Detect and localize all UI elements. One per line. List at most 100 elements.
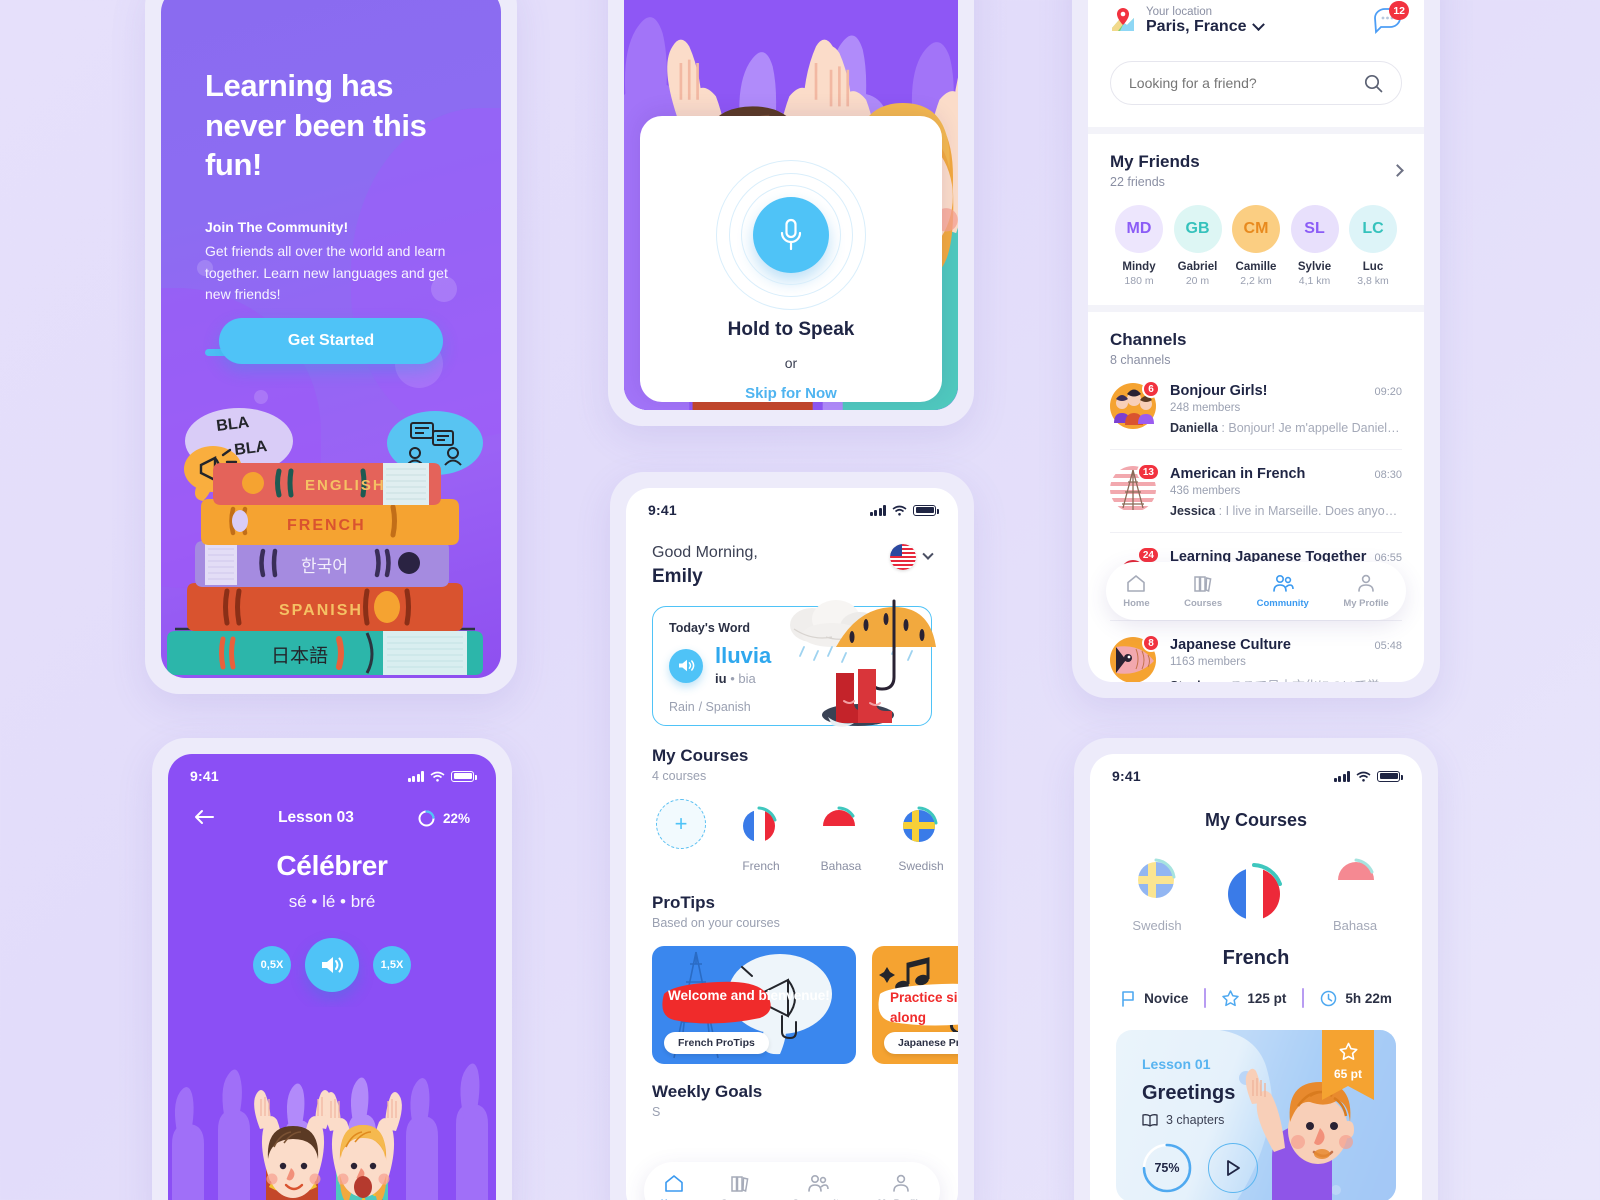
language-selector[interactable] — [890, 544, 934, 570]
home-tabbar[interactable]: Home Courses Community My Profile — [644, 1162, 940, 1200]
channel-item[interactable]: 8 Japanese Culture 05:48 1163 members Stephe… — [1110, 621, 1402, 682]
course-swedish[interactable]: Swedish — [892, 799, 950, 873]
location-city: Paris, France — [1146, 18, 1247, 35]
add-course-button[interactable]: + — [656, 799, 706, 849]
friend-item[interactable]: LC Luc 3,8 km — [1344, 205, 1402, 287]
course-french[interactable]: French — [732, 799, 790, 873]
todays-word-card[interactable]: Today's Word lluvia iu • bia Rain / Span… — [652, 599, 936, 727]
location-value[interactable]: Paris, France — [1146, 17, 1265, 36]
search-icon[interactable] — [1364, 74, 1383, 93]
mc-flag-bahasa-label: Bahasa — [1332, 918, 1378, 933]
friend-item[interactable]: CM Camille 2,2 km — [1227, 205, 1285, 287]
tab-courses[interactable]: Courses — [721, 1174, 759, 1200]
mc-flag-selector: Swedish Bahasa — [1090, 851, 1422, 933]
mic-ring-inner — [741, 184, 841, 285]
protips-row: Welcome and bienvenue! French ProTips Pr… — [652, 946, 958, 1064]
channel-item[interactable]: 13 American in French 08:30 436 members Jess… — [1110, 450, 1402, 533]
add-course[interactable]: + — [652, 799, 710, 873]
arrow-left-icon — [195, 809, 214, 824]
notification-badge: 12 — [1389, 1, 1409, 20]
tab-home[interactable]: Home — [661, 1174, 687, 1200]
profile-icon — [1358, 574, 1374, 592]
tab-home[interactable]: Home — [1123, 574, 1150, 609]
lesson-card-chapters-label: 3 chapters — [1166, 1113, 1225, 1127]
channels-title: Channels — [1110, 330, 1187, 349]
sweden-flag-icon — [1138, 858, 1176, 898]
protip-card-japanese[interactable]: Practice singing following along Japanes… — [872, 946, 958, 1064]
home-courses-title: My Courses — [652, 746, 749, 765]
tab-community[interactable]: Community — [1257, 574, 1309, 609]
tab-community[interactable]: Community — [792, 1174, 844, 1200]
back-button[interactable] — [194, 808, 214, 828]
onboarding-screen: Learning has never been this fun! Join T… — [161, 0, 501, 678]
france-flag-icon — [1228, 862, 1282, 920]
home-screen: 9:41 Good Morning, Emily Today's Word ll… — [626, 488, 958, 1200]
friends-section: My Friends 22 friends MD Mindy 180 m GB Gabr… — [1088, 134, 1424, 287]
mc-selected-course: French — [1222, 947, 1290, 969]
home-phone-frame: 9:41 Good Morning, Emily Today's Word ll… — [610, 472, 974, 1200]
search-input[interactable] — [1129, 75, 1345, 91]
indonesia-flag-icon — [823, 806, 855, 842]
tab-courses[interactable]: Courses — [1184, 574, 1222, 609]
lesson-status-time: 9:41 — [190, 768, 219, 784]
tab-profile[interactable]: My Profile — [1343, 574, 1389, 609]
speak-phone-frame: Hold to Speak or Skip for Now — [608, 0, 974, 426]
protip-card-french[interactable]: Welcome and bienvenue! French ProTips — [652, 946, 856, 1064]
chevron-right-icon[interactable] — [1391, 164, 1404, 177]
lesson-play-button[interactable] — [1208, 1143, 1258, 1193]
mc-flag-french[interactable] — [1218, 852, 1294, 933]
friend-item[interactable]: SL Sylvie 4,1 km — [1286, 205, 1344, 287]
friend-search-bar[interactable] — [1110, 61, 1402, 105]
lesson-phone-frame: 9:41 Lesson 03 22% Célébrer sé • lé • br… — [152, 738, 512, 1200]
speak-screen: Hold to Speak or Skip for Now — [624, 0, 958, 410]
lesson-card[interactable]: Lesson 01 Greetings 3 chapters 75% 65 pt — [1116, 1030, 1396, 1200]
mc-flag-bahasa[interactable]: Bahasa — [1328, 851, 1382, 933]
protip-japanese-text: Practice singing following along — [890, 990, 958, 1025]
usa-flag-icon — [890, 544, 916, 570]
mic-ring-group — [716, 159, 866, 310]
avatar: CM — [1232, 205, 1280, 253]
friend-item[interactable]: MD Mindy 180 m — [1110, 205, 1168, 287]
tab-community-label: Community — [1256, 597, 1309, 609]
mc-flag-swedish[interactable]: Swedish — [1130, 851, 1184, 933]
community-tabbar[interactable]: Home Courses Community My Profile — [1106, 562, 1406, 620]
community-phone-frame: Your location Paris, France 12 Looking f… — [1072, 0, 1440, 698]
book-label-spanish: SPANISH — [279, 602, 363, 619]
get-started-button[interactable]: Get Started — [219, 318, 443, 364]
speed-fast-button[interactable]: 1,5X — [373, 946, 411, 984]
channel-members: 248 members — [1170, 402, 1241, 414]
channel-avatar: 8 — [1110, 634, 1160, 682]
tab-profile[interactable]: My Profile — [878, 1174, 923, 1200]
hold-to-speak-title: Hold to Speak — [727, 319, 855, 340]
friend-item[interactable]: GB Gabriel 20 m — [1169, 205, 1227, 287]
greeting-text: Good Morning, — [652, 544, 758, 561]
messages-button[interactable]: 12 — [1372, 1, 1409, 39]
friends-section-header[interactable]: My Friends 22 friends — [1110, 152, 1404, 189]
home-statusbar: 9:41 — [626, 488, 958, 518]
book-label-french: FRENCH — [287, 517, 366, 534]
battery-icon — [913, 504, 939, 516]
location-row: Your location Paris, France 12 — [1110, 1, 1409, 39]
avatar: MD — [1115, 205, 1163, 253]
channels-count: 8 channels — [1110, 353, 1171, 367]
points-ribbon: 65 pt — [1322, 1030, 1374, 1111]
skip-for-now-link[interactable]: Skip for Now — [745, 385, 837, 402]
books-illustration: BLA BLA 日本語 SPANISH 한국어 FRENCH ENGLISH — [167, 408, 483, 675]
channel-sep: : — [1215, 504, 1226, 518]
books-icon — [1194, 575, 1212, 592]
my-courses-section: My Courses 4 courses + French Bahasa Swe… — [652, 746, 944, 873]
location-block[interactable]: Your location Paris, France — [1110, 6, 1265, 36]
word-audio-button[interactable] — [669, 648, 703, 683]
speed-slow-button[interactable]: 0,5X — [253, 946, 291, 984]
channel-time: 05:48 — [1374, 640, 1402, 652]
channel-item[interactable]: 6 Bonjour Girls! 09:20 248 members Daniella … — [1110, 367, 1402, 450]
community-screen: Your location Paris, France 12 Looking f… — [1088, 0, 1424, 682]
channel-top-row: Japanese Culture 05:48 — [1170, 637, 1402, 653]
course-bahasa[interactable]: Bahasa — [812, 799, 870, 873]
friend-distance: 4,1 km — [1298, 275, 1331, 287]
progress-ring-icon — [418, 809, 435, 827]
lesson-progress: 22% — [418, 809, 470, 827]
channel-unread-badge: 13 — [1136, 463, 1160, 481]
lesson-word: Célébrer — [276, 850, 388, 881]
play-audio-button[interactable] — [305, 938, 359, 992]
